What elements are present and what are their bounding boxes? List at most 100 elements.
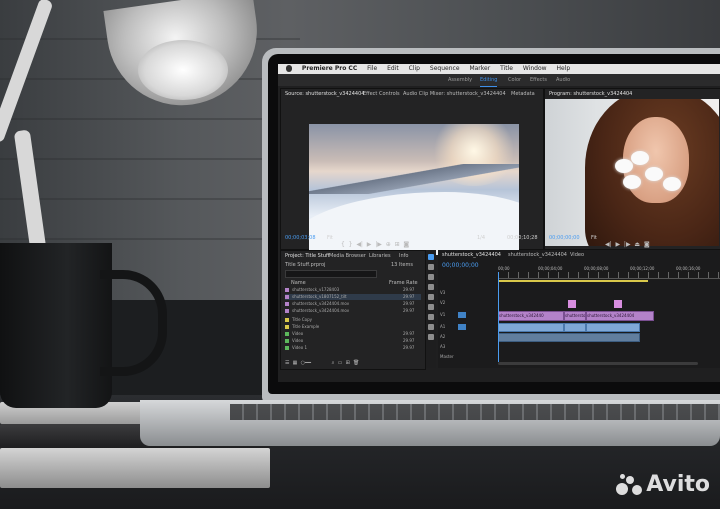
source-zoom[interactable]: Fit [327, 235, 333, 241]
menu-edit[interactable]: Edit [387, 65, 399, 72]
menu-help[interactable]: Help [557, 65, 571, 72]
source-timecode-out[interactable]: 00;00;10;28 [507, 235, 538, 241]
ruler-label: 00;00 [498, 266, 510, 271]
audio-clip[interactable] [586, 323, 640, 332]
track-header-a2[interactable]: A2 [440, 334, 445, 339]
workspace-effects[interactable]: Effects [530, 74, 547, 86]
new-item-icon[interactable]: ⊞ [346, 360, 350, 366]
tab-metadata[interactable]: Metadata [511, 91, 535, 97]
track-header-a3[interactable]: A3 [440, 344, 445, 349]
new-bin-icon[interactable]: ▭ [338, 360, 343, 366]
tab-effect-controls[interactable]: Effect Controls [363, 91, 400, 97]
track-target-a1[interactable] [458, 324, 466, 330]
track-header-v3[interactable]: V3 [440, 290, 445, 295]
type-tool-icon[interactable] [428, 334, 434, 340]
menu-clip[interactable]: Clip [409, 65, 420, 72]
tab-sequence-2[interactable]: shutterstock_v3424404 [508, 252, 567, 258]
track-header-master[interactable]: Master [440, 354, 454, 359]
step-back-icon[interactable]: ◀| [356, 241, 363, 248]
video-clip[interactable]: shutterstock_v342440 [498, 311, 564, 321]
source-scale[interactable]: 1/4 [477, 235, 485, 241]
menu-marker[interactable]: Marker [469, 65, 490, 72]
list-item[interactable]: shutterstock_v3424404.mov 29.97 [285, 301, 421, 307]
menu-title[interactable]: Title [500, 65, 513, 72]
audio-clip[interactable] [564, 323, 586, 332]
trash-icon[interactable]: 🗑 [353, 360, 359, 366]
program-zoom[interactable]: Fit [591, 235, 597, 241]
tab-audio-mixer[interactable]: Audio Clip Mixer: shutterstock_v3424404 [403, 91, 506, 97]
workspace-color[interactable]: Color [508, 74, 521, 86]
audio-clip[interactable] [498, 333, 640, 342]
tab-source[interactable]: Source: shutterstock_v3424404 [285, 91, 364, 97]
track-header-v1[interactable]: V1 [440, 312, 445, 317]
video-clip[interactable]: shuttersto [564, 311, 586, 321]
list-item[interactable]: Title Example [285, 324, 421, 330]
title-clip-marker[interactable] [614, 300, 622, 308]
tab-info[interactable]: Info [399, 253, 408, 259]
track-header-v2[interactable]: V2 [440, 300, 445, 305]
icon-view-icon[interactable]: ▦ [293, 360, 298, 366]
tab-sequence-3[interactable]: Video [570, 252, 584, 258]
timeline-timecode[interactable]: 00;00;00;00 [442, 262, 479, 269]
slip-tool-icon[interactable] [428, 304, 434, 310]
export-frame-icon[interactable]: ◙ [644, 241, 650, 248]
time-ruler[interactable] [498, 272, 720, 279]
mark-out-icon[interactable]: } [349, 241, 353, 248]
project-search-input[interactable] [285, 270, 377, 278]
list-item[interactable]: shutterstock_v1728403 29.97 [285, 287, 421, 293]
overwrite-icon[interactable]: ⊞ [395, 241, 400, 248]
selection-tool-icon[interactable] [428, 254, 434, 260]
search-icon[interactable]: ⌕ [332, 360, 335, 366]
zoom-slider-icon[interactable]: ○━━ [301, 360, 311, 366]
list-item[interactable]: shutterstock_v1807152_tilt 29.97 [285, 294, 421, 300]
mark-in-icon[interactable]: { [341, 241, 345, 248]
apple-icon[interactable] [286, 65, 292, 72]
program-timecode[interactable]: 00;00;00;00 [549, 235, 580, 241]
column-name[interactable]: Name [291, 280, 306, 286]
list-item[interactable]: Title Copy [285, 317, 421, 323]
insert-icon[interactable]: ⊕ [386, 241, 391, 248]
menu-file[interactable]: File [367, 65, 377, 72]
export-frame-icon[interactable]: ◙ [403, 241, 409, 248]
tab-media-browser[interactable]: Media Browser [329, 253, 366, 259]
ripple-edit-tool-icon[interactable] [428, 274, 434, 280]
title-clip-marker[interactable] [568, 300, 576, 308]
list-item[interactable]: shutterstock_v3424404.mov 29.97 [285, 308, 421, 314]
step-forward-icon[interactable]: |▶ [375, 241, 382, 248]
workspace-audio[interactable]: Audio [556, 74, 570, 86]
list-view-icon[interactable]: ☰ [285, 360, 289, 366]
tab-sequence-1[interactable]: shutterstock_v3424404 [442, 252, 501, 258]
list-item[interactable]: Video 29.97 [285, 338, 421, 344]
rolling-edit-tool-icon[interactable] [428, 284, 434, 290]
track-select-tool-icon[interactable] [428, 264, 434, 270]
razor-tool-icon[interactable] [428, 294, 434, 300]
source-timecode-in[interactable]: 00;00;03;08 [285, 235, 316, 241]
step-back-icon[interactable]: ◀| [605, 241, 612, 248]
playhead[interactable] [498, 272, 499, 362]
list-item[interactable]: Video 1 29.97 [285, 345, 421, 351]
hand-tool-icon[interactable] [428, 324, 434, 330]
step-forward-icon[interactable]: |▶ [624, 241, 631, 248]
audio-clip[interactable] [498, 323, 564, 332]
menu-sequence[interactable]: Sequence [430, 65, 460, 72]
column-frame-rate[interactable]: Frame Rate [389, 280, 418, 286]
video-clip[interactable]: shutterstock_v3424404 [586, 311, 654, 321]
play-icon[interactable]: ▶ [367, 241, 372, 248]
pen-tool-icon[interactable] [428, 314, 434, 320]
play-icon[interactable]: ▶ [615, 241, 620, 248]
timeline-scrollbar[interactable] [498, 362, 698, 365]
app-name[interactable]: Premiere Pro CC [302, 65, 357, 72]
tab-program[interactable]: Program: shutterstock_v3424404 [549, 91, 632, 97]
item-name: Title Example [292, 324, 320, 329]
list-item[interactable]: Video 29.97 [285, 331, 421, 337]
lift-icon[interactable]: ⏏ [634, 241, 640, 248]
workspace-editing[interactable]: Editing [480, 74, 498, 87]
workspace-assembly[interactable]: Assembly [448, 74, 472, 86]
tab-libraries[interactable]: Libraries [369, 253, 391, 259]
track-header-a1[interactable]: A1 [440, 324, 445, 329]
ruler-label: 00;00;04;00 [538, 266, 563, 271]
work-area-bar[interactable] [498, 280, 648, 282]
track-target-v1[interactable] [458, 312, 466, 318]
tab-project[interactable]: Project: Title Stuff [285, 253, 329, 259]
menu-window[interactable]: Window [523, 65, 547, 72]
